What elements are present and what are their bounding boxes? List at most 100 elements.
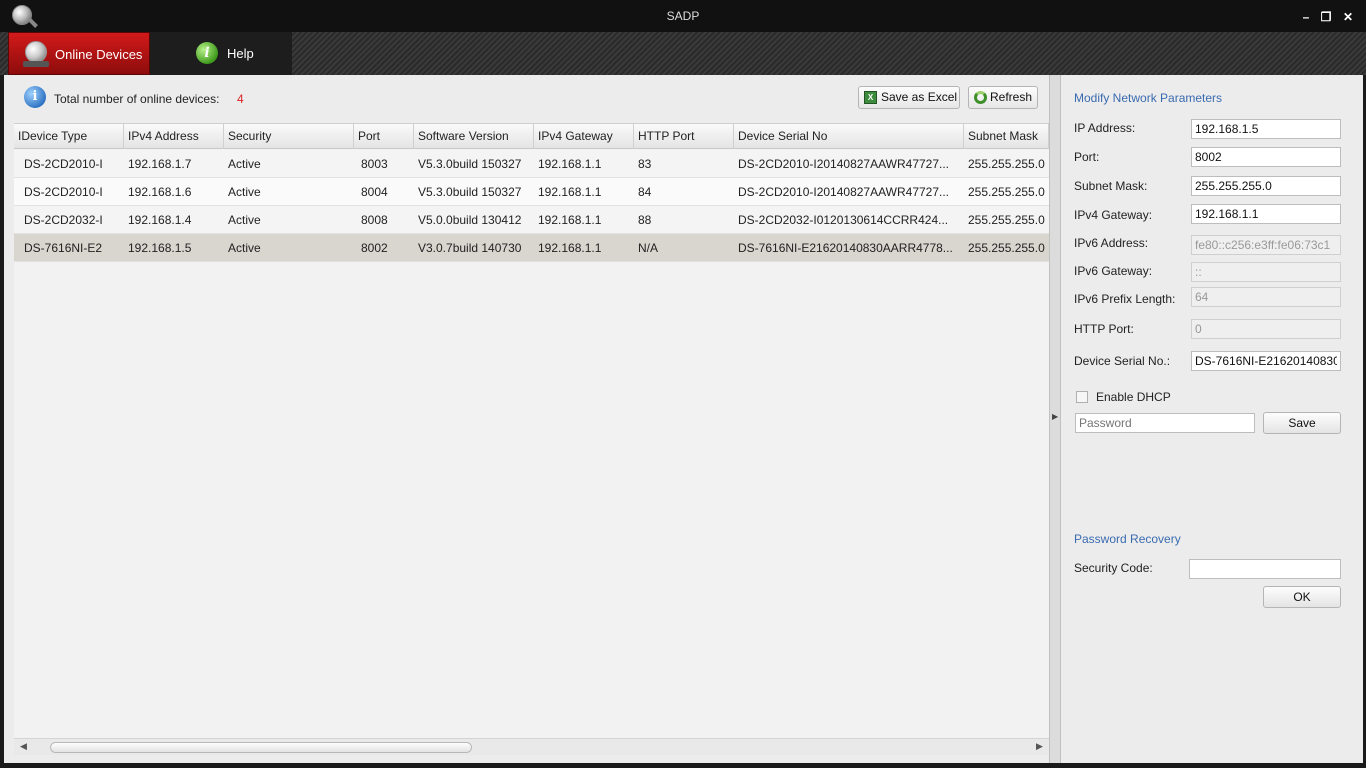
table-cell: 255.255.255.0 — [968, 241, 1045, 255]
column-header[interactable]: IDevice Type — [14, 124, 124, 149]
table-cell: 88 — [638, 213, 652, 227]
tab-label: Help — [227, 46, 254, 61]
table-cell: 83 — [638, 157, 652, 171]
panel-splitter[interactable]: ▶ — [1049, 75, 1061, 763]
ip-address-field[interactable] — [1191, 119, 1341, 139]
table-cell: 192.168.1.7 — [128, 157, 192, 171]
close-icon[interactable]: ✕ — [1340, 10, 1356, 24]
http-port-label: HTTP Port: — [1074, 322, 1134, 336]
save-button[interactable]: Save — [1263, 412, 1341, 434]
http-port-field — [1191, 319, 1341, 339]
table-cell: DS-2CD2010-I — [24, 185, 103, 199]
table-cell: 192.168.1.6 — [128, 185, 192, 199]
column-header[interactable]: IPv4 Gateway — [534, 124, 634, 149]
column-header[interactable]: Software Version — [414, 124, 534, 149]
table-cell: V5.0.0build 130412 — [418, 213, 522, 227]
table-cell: DS-2CD2010-I — [24, 157, 103, 171]
ip-address-label: IP Address: — [1074, 121, 1136, 135]
column-header[interactable]: Device Serial No — [734, 124, 964, 149]
subnet-mask-field[interactable] — [1191, 176, 1341, 196]
total-devices-label: Total number of online devices: — [54, 92, 220, 106]
scroll-right-icon[interactable]: ▶ — [1036, 741, 1043, 752]
title-bar: SADP – ❐ ✕ — [0, 0, 1366, 32]
table-cell: 255.255.255.0 — [968, 185, 1045, 199]
table-row-selected[interactable]: DS-7616NI-E2 192.168.1.5 Active 8002 V3.… — [14, 234, 1049, 262]
table-cell: 255.255.255.0 — [968, 213, 1045, 227]
search-device-icon — [23, 39, 49, 67]
ipv6-prefix-length-field — [1191, 287, 1341, 307]
collapse-arrow-icon[interactable]: ▶ — [1052, 412, 1058, 421]
column-header[interactable]: IPv4 Address — [124, 124, 224, 149]
ipv4-gateway-field[interactable] — [1191, 204, 1341, 224]
tab-help[interactable]: i Help — [150, 32, 292, 75]
column-header[interactable]: Subnet Mask — [964, 124, 1049, 149]
port-field[interactable] — [1191, 147, 1341, 167]
ipv6-prefix-length-label: IPv6 Prefix Length: — [1074, 292, 1176, 306]
ipv6-address-label: IPv6 Address: — [1074, 236, 1149, 250]
table-cell: 192.168.1.5 — [128, 241, 192, 255]
table-cell: V3.0.7build 140730 — [418, 241, 522, 255]
table-cell: DS-7616NI-E2 — [24, 241, 103, 255]
table-cell: 8002 — [361, 241, 388, 255]
window-title: SADP — [666, 9, 700, 23]
column-header[interactable]: Port — [354, 124, 414, 149]
password-recovery-title: Password Recovery — [1074, 532, 1181, 546]
table-cell: N/A — [638, 241, 659, 255]
table-cell: Active — [228, 157, 261, 171]
enable-dhcp-checkbox[interactable] — [1076, 391, 1088, 403]
excel-icon: X — [864, 91, 877, 104]
horizontal-scrollbar[interactable]: ◀ ▶ — [14, 738, 1049, 755]
table-cell: DS-2CD2010-I20140827AAWR47727... — [738, 185, 950, 199]
table-cell: 192.168.1.1 — [538, 157, 602, 171]
refresh-label: Refresh — [990, 90, 1033, 104]
column-header[interactable]: Security — [224, 124, 354, 149]
refresh-icon — [974, 91, 987, 104]
table-cell: 192.168.1.1 — [538, 213, 602, 227]
table-row[interactable]: DS-2CD2032-I 192.168.1.4 Active 8008 V5.… — [14, 206, 1049, 234]
table-cell: Active — [228, 185, 261, 199]
table-cell: V5.3.0build 150327 — [418, 185, 522, 199]
table-cell: 8004 — [361, 185, 388, 199]
table-cell: 8003 — [361, 157, 388, 171]
device-serial-label: Device Serial No.: — [1074, 354, 1171, 368]
device-table: IDevice Type IPv4 Address Security Port … — [14, 123, 1049, 738]
ipv6-gateway-field — [1191, 262, 1341, 282]
password-field[interactable] — [1075, 413, 1255, 433]
table-cell: 192.168.1.1 — [538, 241, 602, 255]
port-label: Port: — [1074, 150, 1100, 164]
device-serial-field[interactable] — [1191, 351, 1341, 371]
table-cell: DS-7616NI-E21620140830AARR4778... — [738, 241, 953, 255]
table-cell: DS-2CD2032-I0120130614CCRR424... — [738, 213, 949, 227]
table-cell: 192.168.1.1 — [538, 185, 602, 199]
ipv6-address-field — [1191, 235, 1341, 255]
table-cell: 255.255.255.0 — [968, 157, 1045, 171]
security-code-field[interactable] — [1189, 559, 1341, 579]
tab-label: Online Devices — [55, 47, 143, 62]
scrollbar-thumb[interactable] — [50, 742, 472, 753]
table-row[interactable]: DS-2CD2010-I 192.168.1.6 Active 8004 V5.… — [14, 178, 1049, 206]
table-cell: V5.3.0build 150327 — [418, 157, 522, 171]
save-as-excel-button[interactable]: X Save as Excel — [858, 86, 960, 109]
scroll-left-icon[interactable]: ◀ — [20, 741, 27, 752]
help-icon: i — [196, 42, 218, 64]
table-header: IDevice Type IPv4 Address Security Port … — [14, 124, 1049, 149]
column-header[interactable]: HTTP Port — [634, 124, 734, 149]
table-cell: 84 — [638, 185, 652, 199]
refresh-button[interactable]: Refresh — [968, 86, 1038, 109]
ok-button[interactable]: OK — [1263, 586, 1341, 608]
restore-icon[interactable]: ❐ — [1318, 10, 1334, 24]
security-code-label: Security Code: — [1074, 561, 1153, 575]
enable-dhcp-label: Enable DHCP — [1096, 390, 1171, 404]
table-cell: Active — [228, 241, 261, 255]
subnet-mask-label: Subnet Mask: — [1074, 179, 1148, 193]
tab-online-devices[interactable]: Online Devices — [8, 32, 150, 75]
ipv6-gateway-label: IPv6 Gateway: — [1074, 264, 1153, 278]
table-cell: DS-2CD2010-I20140827AAWR47727... — [738, 157, 950, 171]
window-bottom-border — [0, 763, 1366, 768]
total-devices-count: 4 — [237, 92, 244, 106]
modify-network-panel: Modify Network Parameters IP Address: Po… — [1061, 75, 1363, 763]
table-cell: Active — [228, 213, 261, 227]
tab-bar: Online Devices i Help — [0, 32, 1366, 75]
minimize-icon[interactable]: – — [1298, 10, 1314, 24]
table-row[interactable]: DS-2CD2010-I 192.168.1.7 Active 8003 V5.… — [14, 150, 1049, 178]
